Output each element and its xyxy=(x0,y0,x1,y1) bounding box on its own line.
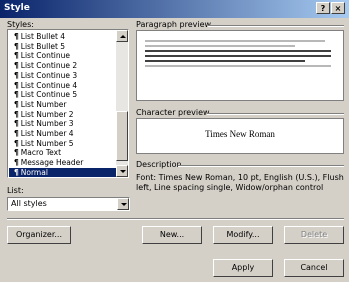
new-button[interactable]: New... xyxy=(142,226,202,244)
style-list-item[interactable]: ¶ Macro Text xyxy=(14,148,61,158)
character-preview-label: Character preview xyxy=(136,108,210,117)
paragraph-mark-icon: ¶ xyxy=(14,167,19,177)
style-list-item[interactable]: ¶ List Continue 3 xyxy=(14,71,77,81)
style-list-item[interactable]: ¶ List Number 4 xyxy=(14,129,74,139)
list-label: List: xyxy=(7,186,24,195)
paragraph-mark-icon: ¶ xyxy=(14,129,19,138)
character-preview-rule xyxy=(207,113,344,114)
window-title: Style xyxy=(4,3,30,13)
style-list-item-label: List Continue 3 xyxy=(20,70,78,80)
styles-scrollbar[interactable] xyxy=(116,30,128,177)
style-list-item[interactable]: ¶ List Number 2 xyxy=(14,110,74,120)
style-list-item[interactable]: ¶ List Number xyxy=(14,100,66,110)
style-list-item-label: List Bullet 5 xyxy=(20,41,66,51)
list-dropdown-value: All styles xyxy=(11,199,47,208)
style-list-item[interactable]: ¶ List Bullet 4 xyxy=(14,32,65,42)
separator xyxy=(7,218,344,220)
list-dropdown[interactable]: All styles xyxy=(7,197,130,211)
modify-button[interactable]: Modify... xyxy=(213,226,273,244)
description-text: Font: Times New Roman, 10 pt, English (U… xyxy=(136,173,344,192)
close-button[interactable]: × xyxy=(331,2,345,14)
style-list-item-label: List Number xyxy=(20,99,67,109)
style-list-item-label: Message Header xyxy=(20,158,84,168)
scroll-down-button[interactable] xyxy=(116,165,128,177)
style-list-item[interactable]: ¶ List Continue 4 xyxy=(14,81,77,91)
paragraph-mark-icon: ¶ xyxy=(14,119,19,129)
paragraph-mark-icon: ¶ xyxy=(14,109,19,119)
help-button[interactable]: ? xyxy=(316,2,330,14)
style-list-item-label: Normal xyxy=(20,167,48,177)
apply-button[interactable]: Apply xyxy=(213,259,273,277)
style-list-item[interactable]: ¶ List Number 3 xyxy=(14,119,74,129)
style-list-item-label: List Number 3 xyxy=(20,119,74,129)
styles-listbox[interactable]: ¶ List Bullet 4 ¶ List Bullet 5 ¶ List Contin… xyxy=(7,29,129,178)
paragraph-mark-icon: ¶ xyxy=(14,70,19,80)
description-label: Description xyxy=(136,160,182,169)
paragraph-mark-icon: ¶ xyxy=(14,148,19,158)
paragraph-preview-box xyxy=(136,30,344,101)
paragraph-mark-icon: ¶ xyxy=(14,61,19,71)
style-list-item[interactable]: ¶ List Number 5 xyxy=(14,139,74,149)
style-list-item[interactable]: ¶ List Continue 5 xyxy=(14,90,77,100)
style-list-item-label: List Continue 5 xyxy=(20,90,78,100)
style-list-item-label: List Continue 2 xyxy=(20,61,78,71)
paragraph-preview-rule xyxy=(208,25,344,26)
delete-button[interactable]: Delete xyxy=(284,226,344,244)
paragraph-mark-icon: ¶ xyxy=(14,99,19,109)
organizer-button[interactable]: Organizer... xyxy=(7,226,71,244)
style-list-item-label: Macro Text xyxy=(20,148,62,158)
paragraph-preview-label: Paragraph preview xyxy=(136,20,212,29)
dropdown-arrow-button[interactable] xyxy=(117,198,129,210)
scroll-up-button[interactable] xyxy=(116,30,128,42)
character-preview-sample: Times New Roman xyxy=(205,129,275,139)
styles-label: Styles: xyxy=(7,20,34,29)
style-list-item-label: List Continue xyxy=(20,51,70,61)
style-list-item-label: List Number 5 xyxy=(20,138,74,148)
title-bar: Style ? × xyxy=(0,0,349,18)
style-list-item[interactable]: ¶ List Continue xyxy=(14,51,70,61)
character-preview-box: Times New Roman xyxy=(136,118,344,154)
style-list-item[interactable]: ¶ Normal xyxy=(9,167,120,177)
style-list-item[interactable]: ¶ List Bullet 5 xyxy=(14,42,65,52)
style-list-item-label: List Continue 4 xyxy=(20,80,78,90)
cancel-button[interactable]: Cancel xyxy=(284,259,344,277)
paragraph-mark-icon: ¶ xyxy=(14,32,19,41)
style-list-item[interactable]: ¶ List Continue 2 xyxy=(14,61,77,71)
paragraph-mark-icon: ¶ xyxy=(14,80,19,90)
style-list-item-label: List Number 2 xyxy=(20,109,74,119)
description-rule xyxy=(178,165,344,166)
paragraph-mark-icon: ¶ xyxy=(14,90,19,100)
paragraph-mark-icon: ¶ xyxy=(14,51,19,61)
style-list-item[interactable]: ¶ Message Header xyxy=(14,158,83,168)
scroll-thumb[interactable] xyxy=(116,111,128,161)
paragraph-mark-icon: ¶ xyxy=(14,138,19,148)
style-list-item-label: List Bullet 4 xyxy=(20,32,66,41)
style-list-item-label: List Number 4 xyxy=(20,129,74,138)
paragraph-mark-icon: ¶ xyxy=(14,158,19,168)
paragraph-mark-icon: ¶ xyxy=(14,41,19,51)
